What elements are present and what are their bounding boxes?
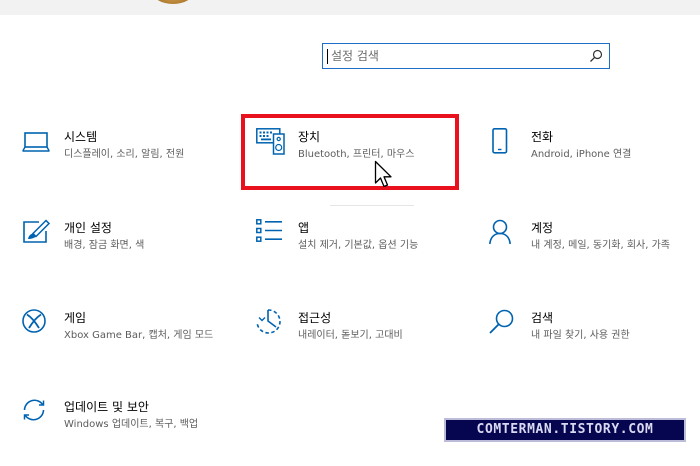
watermark-banner: COMTERMAN.TISTORY.COM bbox=[444, 418, 686, 442]
apps-list-icon bbox=[256, 219, 282, 242]
header-band bbox=[0, 0, 700, 15]
settings-tile-search[interactable]: 검색 내 파일 찾기, 사용 권한 bbox=[489, 309, 689, 369]
tile-title: 개인 설정 bbox=[64, 221, 112, 235]
tile-title: 업데이트 및 보안 bbox=[64, 400, 149, 414]
tile-title: 시스템 bbox=[64, 130, 98, 144]
settings-tile-apps[interactable]: 앱 설치 제거, 기본값, 옵션 기능 bbox=[256, 219, 446, 279]
tile-title: 게임 bbox=[64, 311, 87, 325]
tile-description: Xbox Game Bar, 캡처, 게임 모드 bbox=[64, 330, 214, 341]
xbox-icon bbox=[22, 309, 46, 333]
magnifier-icon bbox=[489, 309, 514, 334]
tile-description: 디스플레이, 소리, 알림, 전원 bbox=[64, 149, 185, 160]
tile-title: 계정 bbox=[531, 221, 554, 235]
tile-title: 전화 bbox=[531, 130, 554, 144]
phone-icon bbox=[492, 128, 508, 154]
settings-search-input[interactable] bbox=[331, 47, 581, 65]
laptop-icon bbox=[22, 132, 50, 152]
tile-description: 설치 제거, 기본값, 옵션 기능 bbox=[298, 240, 419, 251]
tile-description: 내레이터, 돋보기, 고대비 bbox=[298, 330, 403, 341]
mouse-cursor-icon bbox=[374, 160, 392, 188]
update-sync-icon bbox=[23, 399, 45, 421]
ease-of-access-icon bbox=[256, 309, 281, 334]
person-icon bbox=[489, 219, 511, 245]
tile-description: 내 계정, 메일, 동기화, 회사, 가족 bbox=[531, 240, 671, 251]
text-caret bbox=[327, 49, 328, 64]
personalization-icon bbox=[23, 219, 51, 243]
tile-description: 배경, 잠금 화면, 색 bbox=[64, 240, 145, 251]
divider bbox=[330, 205, 414, 206]
tile-description: 내 파일 찾기, 사용 권한 bbox=[531, 330, 630, 341]
tile-title: 앱 bbox=[298, 221, 310, 235]
settings-tile-accounts[interactable]: 계정 내 계정, 메일, 동기화, 회사, 가족 bbox=[489, 219, 689, 279]
settings-tile-update-security[interactable]: 업데이트 및 보안 Windows 업데이트, 복구, 백업 bbox=[22, 398, 232, 458]
settings-tile-gaming[interactable]: 게임 Xbox Game Bar, 캡처, 게임 모드 bbox=[22, 309, 232, 369]
settings-tile-phone[interactable]: 전화 Android, iPhone 연결 bbox=[489, 128, 689, 188]
settings-tile-ease-of-access[interactable]: 접근성 내레이터, 돋보기, 고대비 bbox=[256, 309, 446, 369]
tile-title: 접근성 bbox=[298, 311, 332, 325]
settings-tile-system[interactable]: 시스템 디스플레이, 소리, 알림, 전원 bbox=[22, 128, 232, 188]
tile-description: Android, iPhone 연결 bbox=[531, 149, 632, 160]
tile-title: 검색 bbox=[531, 311, 554, 325]
settings-search-box[interactable] bbox=[322, 43, 610, 69]
tile-description: Windows 업데이트, 복구, 백업 bbox=[64, 419, 199, 430]
search-icon[interactable] bbox=[589, 49, 603, 63]
settings-tile-personalization[interactable]: 개인 설정 배경, 잠금 화면, 색 bbox=[22, 219, 232, 279]
highlight-box bbox=[241, 114, 459, 190]
